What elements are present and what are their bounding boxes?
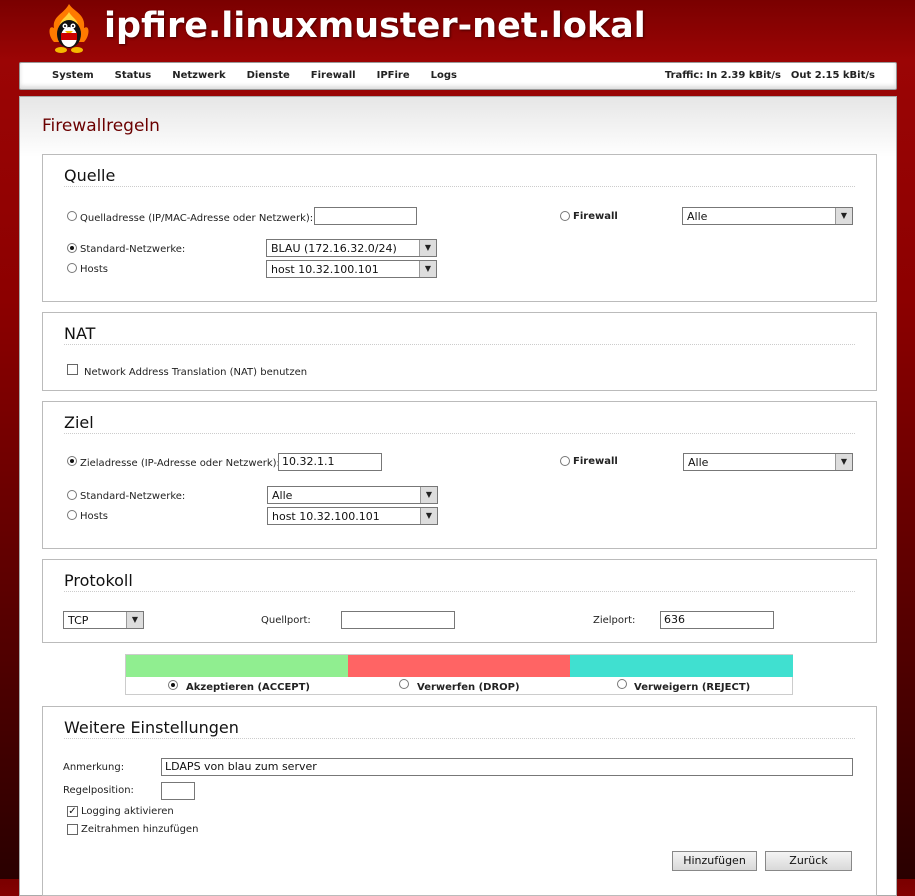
chevron-down-icon: ▼ (420, 508, 437, 524)
ziel-hosts-label: Hosts (80, 511, 108, 522)
ziel-firewall-select[interactable]: Alle ▼ (683, 453, 853, 471)
ziel-firewall-radio[interactable] (560, 456, 570, 466)
nav-item-logs[interactable]: Logs (431, 70, 457, 81)
quelle-hosts-radio[interactable] (67, 263, 77, 273)
page-title: Firewallregeln (42, 116, 160, 136)
quelle-hosts-select[interactable]: host 10.32.100.101 ▼ (266, 260, 437, 278)
weitere-section: Weitere Einstellungen Anmerkung: LDAPS v… (42, 706, 877, 896)
zielport-input[interactable]: 636 (660, 611, 774, 629)
protocol-select[interactable]: TCP ▼ (63, 611, 144, 629)
reject-label: Verweigern (REJECT) (634, 682, 751, 693)
reject-color-bar (570, 655, 793, 677)
nat-section: NAT Network Address Translation (NAT) be… (42, 312, 877, 391)
quelle-std-label: Standard-Netzwerke: (80, 244, 186, 255)
nat-checkbox[interactable] (67, 364, 78, 375)
quelle-std-radio[interactable] (67, 243, 77, 253)
nav-item-netzwerk[interactable]: Netzwerk (172, 70, 225, 81)
ziel-std-label: Standard-Netzwerke: (80, 491, 186, 502)
ipfire-logo-icon (49, 4, 89, 53)
zeitrahmen-checkbox[interactable] (67, 824, 78, 835)
quelle-firewall-select-value: Alle (687, 210, 708, 223)
content-panel: Firewallregeln Quelle Quelladresse (IP/M… (19, 96, 897, 896)
quelle-section: Quelle Quelladresse (IP/MAC-Adresse oder… (42, 154, 877, 302)
nav-item-system[interactable]: System (52, 70, 94, 81)
nat-title: NAT (64, 324, 96, 343)
zielport-label: Zielport: (593, 615, 636, 626)
chevron-down-icon: ▼ (835, 208, 852, 224)
traffic-in: In 2.39 kBit/s (706, 70, 781, 81)
traffic-out: Out 2.15 kBit/s (790, 70, 875, 81)
quelle-hosts-select-value: host 10.32.100.101 (271, 263, 379, 276)
quelle-std-select[interactable]: BLAU (172.16.32.0/24) ▼ (266, 239, 437, 257)
regelposition-input[interactable] (161, 782, 195, 800)
drop-label: Verwerfen (DROP) (417, 682, 520, 693)
weitere-title: Weitere Einstellungen (64, 718, 239, 737)
reject-radio[interactable] (617, 679, 627, 689)
drop-color-bar (348, 655, 570, 677)
ziel-std-radio[interactable] (67, 490, 77, 500)
accept-label: Akzeptieren (ACCEPT) (186, 682, 310, 693)
ziel-hosts-select-value: host 10.32.100.101 (272, 510, 380, 523)
ziel-title: Ziel (64, 413, 94, 432)
quelle-firewall-select[interactable]: Alle ▼ (682, 207, 853, 225)
quelle-addr-radio[interactable] (67, 211, 77, 221)
chevron-down-icon: ▼ (126, 612, 143, 628)
protocol-select-value: TCP (68, 614, 89, 627)
anmerkung-input[interactable]: LDAPS von blau zum server (161, 758, 853, 776)
chevron-down-icon: ▼ (419, 240, 436, 256)
chevron-down-icon: ▼ (835, 454, 852, 470)
back-button[interactable]: Zurück (765, 851, 852, 871)
main-navbar: System Status Netzwerk Dienste Firewall … (19, 62, 897, 90)
ziel-section: Ziel Zieladresse (IP-Adresse oder Netzwe… (42, 401, 877, 549)
add-button[interactable]: Hinzufügen (672, 851, 757, 871)
quellport-input[interactable] (341, 611, 455, 629)
chevron-down-icon: ▼ (419, 261, 436, 277)
ziel-addr-label: Zieladresse (IP-Adresse oder Netzwerk): (80, 458, 280, 469)
chevron-down-icon: ▼ (420, 487, 437, 503)
traffic-indicator: Traffic: In 2.39 kBit/s Out 2.15 kBit/s (662, 70, 875, 81)
ziel-hosts-radio[interactable] (67, 510, 77, 520)
quelle-hosts-label: Hosts (80, 264, 108, 275)
traffic-label: Traffic: (664, 70, 704, 81)
site-title: ipfire.linuxmuster-net.lokal (104, 6, 646, 46)
quelle-addr-label: Quelladresse (IP/MAC-Adresse oder Netzwe… (80, 213, 314, 224)
anmerkung-label: Anmerkung: (63, 762, 125, 773)
nav-item-ipfire[interactable]: IPFire (377, 70, 410, 81)
accept-radio[interactable] (168, 680, 178, 690)
accept-color-bar (126, 655, 348, 677)
header: ipfire.linuxmuster-net.lokal (0, 0, 915, 60)
zeitrahmen-label: Zeitrahmen hinzufügen (81, 824, 199, 835)
ziel-firewall-select-value: Alle (688, 456, 709, 469)
ziel-addr-input[interactable]: 10.32.1.1 (278, 453, 382, 471)
quelle-firewall-label: Firewall (573, 211, 618, 222)
quellport-label: Quellport: (261, 615, 311, 626)
quelle-std-select-value: BLAU (172.16.32.0/24) (271, 242, 397, 255)
drop-radio[interactable] (399, 679, 409, 689)
protokoll-section: Protokoll TCP ▼ Quellport: Zielport: 636 (42, 559, 877, 643)
ziel-std-select-value: Alle (272, 489, 293, 502)
quelle-title: Quelle (64, 166, 116, 185)
logging-label: Logging aktivieren (81, 806, 174, 817)
nat-checkbox-label: Network Address Translation (NAT) benutz… (84, 367, 308, 378)
ziel-addr-radio[interactable] (67, 456, 77, 466)
logging-checkbox[interactable]: ✓ (67, 806, 78, 817)
quelle-firewall-radio[interactable] (560, 211, 570, 221)
nav-item-dienste[interactable]: Dienste (247, 70, 290, 81)
nav-item-firewall[interactable]: Firewall (311, 70, 356, 81)
ziel-firewall-label: Firewall (573, 456, 618, 467)
ziel-hosts-select[interactable]: host 10.32.100.101 ▼ (267, 507, 438, 525)
quelle-addr-input[interactable] (314, 207, 417, 225)
ziel-std-select[interactable]: Alle ▼ (267, 486, 438, 504)
regelposition-label: Regelposition: (63, 785, 134, 796)
protokoll-title: Protokoll (64, 571, 133, 590)
nav-item-status[interactable]: Status (115, 70, 152, 81)
action-selector: Akzeptieren (ACCEPT) Verwerfen (DROP) Ve… (125, 654, 793, 695)
